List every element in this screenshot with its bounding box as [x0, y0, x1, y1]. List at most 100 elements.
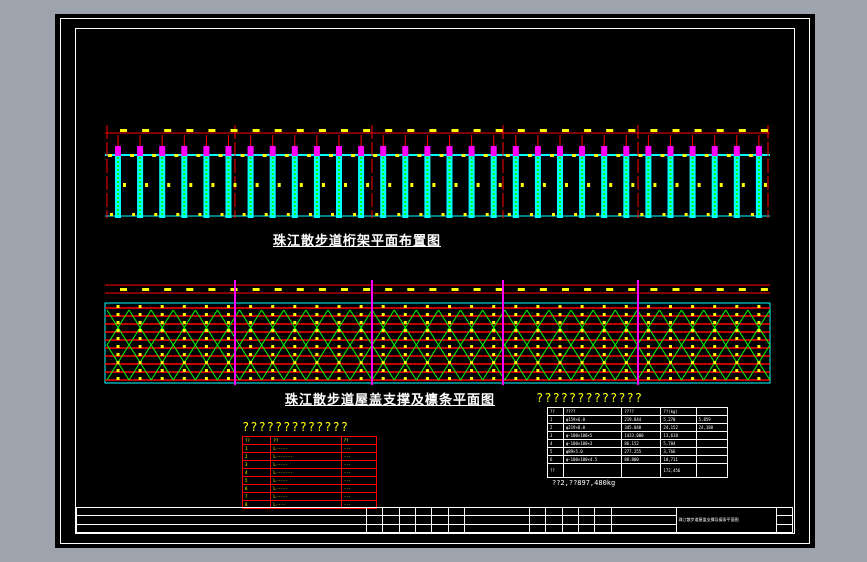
truss-node: [115, 146, 121, 156]
node-label: [529, 213, 533, 216]
table-row: 3 L----- ---: [241, 460, 378, 469]
node-label: [132, 213, 136, 216]
material-table: ?????????? ??(kg) 1 φ159×6.0 219.844 5,270 5,8…: [547, 407, 729, 478]
truss-node: [225, 146, 232, 156]
node-label: [410, 183, 414, 187]
node-label: [728, 213, 732, 216]
drawing-name: 珠江散步道屋盖支撑及檩条平面图: [678, 517, 739, 522]
table-cell: [562, 463, 623, 478]
table-cell: 277.255: [621, 447, 662, 456]
table-cell: ---: [340, 484, 378, 493]
dimension-label: [296, 288, 304, 291]
truss-node: [159, 146, 166, 156]
table-cell: 219.844: [621, 415, 662, 424]
node-label: [308, 213, 312, 216]
dimension-label: [429, 288, 437, 291]
node-label: [596, 213, 600, 216]
node-label: [284, 154, 289, 157]
dimension-label: [429, 129, 437, 132]
dimension-label: [760, 129, 768, 132]
dimension-label: [473, 129, 481, 132]
table-row: 2 φ219×8.0 345.048 24,152 24,188: [547, 423, 729, 432]
dimension-label: [716, 129, 724, 132]
table-cell: ---: [340, 444, 378, 453]
node-label: [220, 213, 224, 216]
dimension-label: [716, 288, 724, 291]
node-label: [507, 213, 511, 216]
dimension-label: [164, 288, 172, 291]
table-cell: [695, 431, 729, 440]
node-label: [454, 183, 458, 187]
dimension-label: [385, 288, 393, 291]
truss-node: [291, 146, 298, 156]
table-cell: 2: [241, 452, 272, 461]
node-label: [750, 213, 754, 216]
table-cell: 7: [241, 492, 272, 501]
table-cell: 4: [241, 468, 272, 477]
table-cell: [695, 447, 729, 456]
dimension-label: [694, 129, 702, 132]
table-cell: ---: [340, 460, 378, 469]
truss-node: [689, 146, 696, 156]
node-label: [375, 213, 379, 216]
dimension-label: [208, 288, 216, 291]
node-label: [631, 183, 635, 187]
table-cell: L-----: [270, 460, 342, 469]
table-cell: 3: [241, 460, 272, 469]
dimension-label: [562, 288, 569, 291]
table-cell: [695, 407, 729, 416]
table-cell: ??: [340, 436, 378, 445]
table-cell: 5,784: [660, 439, 697, 448]
dimension-label: [341, 129, 348, 132]
node-label: [618, 213, 622, 216]
truss-node: [137, 146, 144, 156]
node-label: [110, 213, 113, 216]
node-label: [483, 154, 488, 157]
table-cell: ---: [340, 468, 378, 477]
node-label: [706, 213, 710, 216]
dimension-label: [451, 129, 459, 132]
truss-node: [667, 146, 674, 156]
table-cell: L-----: [270, 492, 342, 501]
node-label: [240, 154, 245, 157]
dimension-label: [539, 129, 547, 132]
dimension-label: [606, 288, 614, 291]
node-label: [638, 154, 643, 157]
node-label: [763, 183, 767, 187]
truss-node: [711, 146, 718, 156]
table-cell: 88.800: [621, 455, 662, 464]
node-label: [388, 183, 392, 187]
node-label: [748, 154, 753, 157]
title-block: 珠江散步道屋盖支撑及檩条平面图: [76, 506, 794, 534]
dimension-label: [694, 288, 702, 291]
table-cell: 1: [547, 415, 564, 424]
node-label: [594, 154, 599, 157]
material-note: ??2,??897,480kg: [552, 479, 616, 487]
node-label: [417, 154, 422, 157]
table-cell: 5: [547, 447, 564, 456]
table-cell: ????: [621, 407, 662, 416]
node-label: [286, 213, 290, 216]
table-cell: ??(kg): [660, 407, 697, 416]
node-label: [198, 213, 202, 216]
dimension-label: [318, 129, 326, 132]
node-label: [277, 183, 281, 187]
table-cell: [695, 439, 729, 448]
dimension-label: [517, 288, 525, 291]
dimension-label: [738, 129, 746, 132]
dimension-label: [142, 129, 150, 132]
table-cell: 5: [241, 476, 272, 485]
truss-node: [733, 146, 740, 156]
node-label: [130, 154, 135, 157]
table-total-row: ?? 172,456: [547, 463, 729, 478]
node-label: [704, 154, 709, 157]
node-label: [719, 183, 723, 187]
node-label: [587, 183, 591, 187]
table-row: 7 L----- ---: [241, 492, 378, 501]
dimension-label: [252, 288, 260, 291]
dimension-label: [584, 288, 592, 291]
table-cell: 5,859: [695, 415, 729, 424]
dimension-label: [208, 129, 216, 132]
table-cell: 13,618: [660, 431, 697, 440]
dimension-label: [252, 129, 260, 132]
